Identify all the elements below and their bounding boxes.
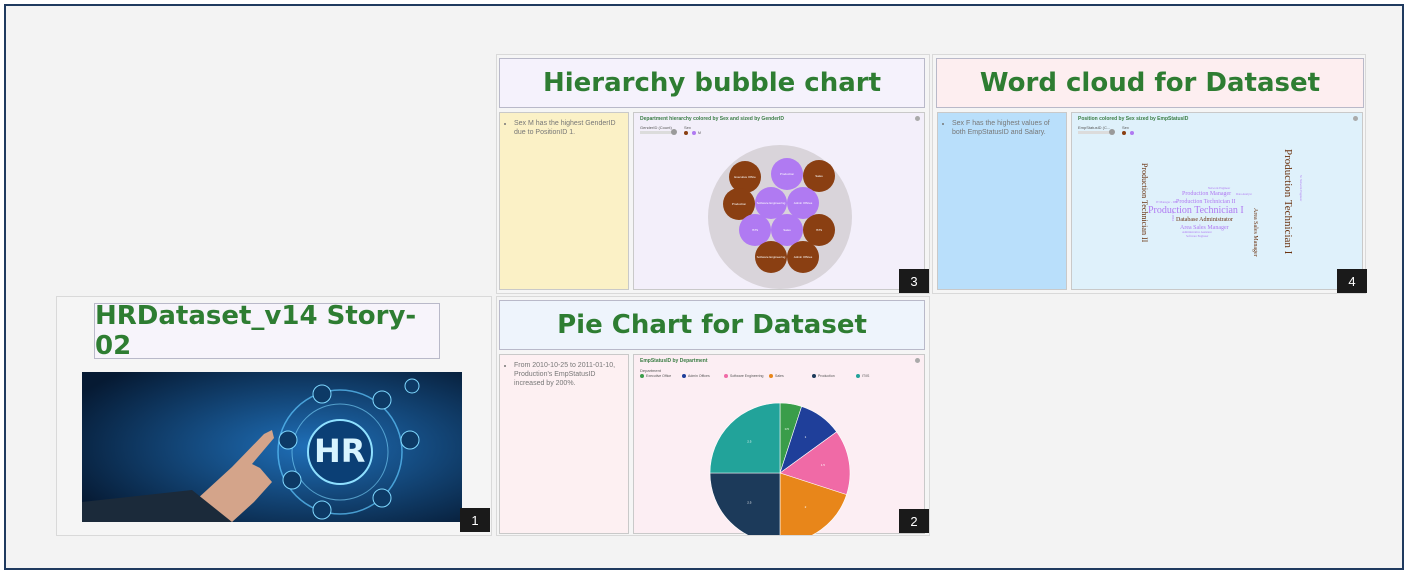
pie-card[interactable]: Pie Chart for Dataset From 2010-10-25 to… [496, 296, 930, 536]
svg-text:Executive Office: Executive Office [734, 175, 756, 179]
pie-slice[interactable] [709, 402, 781, 474]
svg-text:Admin Offices: Admin Offices [794, 201, 813, 205]
pie-chart[interactable]: 0.511.522.52.5 [634, 355, 926, 535]
hr-image-text: HR [314, 432, 366, 470]
bubble-card[interactable]: Hierarchy bubble chart Sex M has the hig… [496, 54, 930, 294]
bubble-card-badge: 3 [899, 269, 929, 293]
word: Data Analyst [1236, 192, 1252, 196]
hr-technology-banner-image: HR [82, 372, 462, 522]
word: Area Sales Manager [1252, 208, 1258, 257]
pie-insight-text: From 2010-10-25 to 2011-01-10, Productio… [514, 361, 622, 388]
bubble-chart[interactable]: Executive Office Production Sales Softwa… [634, 113, 926, 291]
word: Network Engineer [1208, 186, 1230, 190]
word: Production Technician I [1282, 149, 1294, 255]
bubble-title: Hierarchy bubble chart [499, 58, 925, 108]
bubble-insight-note: Sex M has the highest GenderID due to Po… [499, 112, 629, 290]
pie-visualization[interactable]: EmpStatusID by Department Department Exe… [633, 354, 926, 535]
wordcloud-insight-text: Sex F has the highest values of both Emp… [952, 119, 1060, 137]
pie-slice-label: 1.5 [821, 463, 826, 467]
story-title: HRDataset_v14 Story-02 [94, 301, 440, 361]
bubble-visualization[interactable]: Department hierarchy colored by Sex and … [633, 112, 925, 290]
word: Database Administrator [1176, 217, 1233, 223]
word: Sr. DBA [1171, 211, 1175, 222]
bubble-insight-text: Sex M has the highest GenderID due to Po… [514, 119, 622, 137]
wordcloud-visualization[interactable]: Position colored by Sex sized by EmpStat… [1071, 112, 1363, 290]
svg-text:IT/IS: IT/IS [752, 228, 758, 232]
wordcloud-card[interactable]: Word cloud for Dataset Sex F has the hig… [932, 54, 1367, 294]
word: Production Manager [1182, 191, 1231, 197]
wordcloud-card-badge: 4 [1337, 269, 1367, 293]
word-cloud[interactable]: Production Technician I Production Techn… [1072, 113, 1364, 291]
pie-slice-label: 0.5 [785, 427, 790, 431]
word: Administrative Assistant [1182, 230, 1212, 234]
svg-text:Production: Production [780, 172, 795, 176]
pie-slice-label: 2.5 [747, 439, 752, 443]
wordcloud-insight-note: Sex F has the highest values of both Emp… [937, 112, 1067, 290]
story-card-badge: 1 [460, 508, 490, 532]
pie-card-badge: 2 [899, 509, 929, 533]
word: Production Technician II [1176, 199, 1235, 205]
pie-slice-label: 2.5 [747, 501, 752, 505]
svg-text:Production: Production [732, 202, 747, 206]
word: Production Technician II [1140, 163, 1149, 243]
svg-text:Sales: Sales [815, 174, 823, 178]
word: Production Technician I [1148, 205, 1244, 216]
svg-text:Software Engineering: Software Engineering [757, 255, 786, 259]
svg-text:Software Engineering: Software Engineering [757, 201, 786, 205]
pie-slice[interactable] [709, 472, 781, 535]
pie-title: Pie Chart for Dataset [499, 300, 925, 350]
word: IT Manager - DB [1156, 200, 1177, 204]
svg-text:IT/IS: IT/IS [816, 228, 822, 232]
svg-text:Sales: Sales [783, 228, 791, 232]
word: Sr. Network Engineer [1299, 175, 1303, 201]
story-card[interactable]: HRDataset_v14 Story-02 HR 1 [56, 296, 492, 536]
word: Software Engineer [1186, 234, 1208, 238]
pie-insight-note: From 2010-10-25 to 2011-01-10, Productio… [499, 354, 629, 534]
svg-text:Admin Offices: Admin Offices [794, 255, 813, 259]
wordcloud-title: Word cloud for Dataset [936, 58, 1364, 108]
